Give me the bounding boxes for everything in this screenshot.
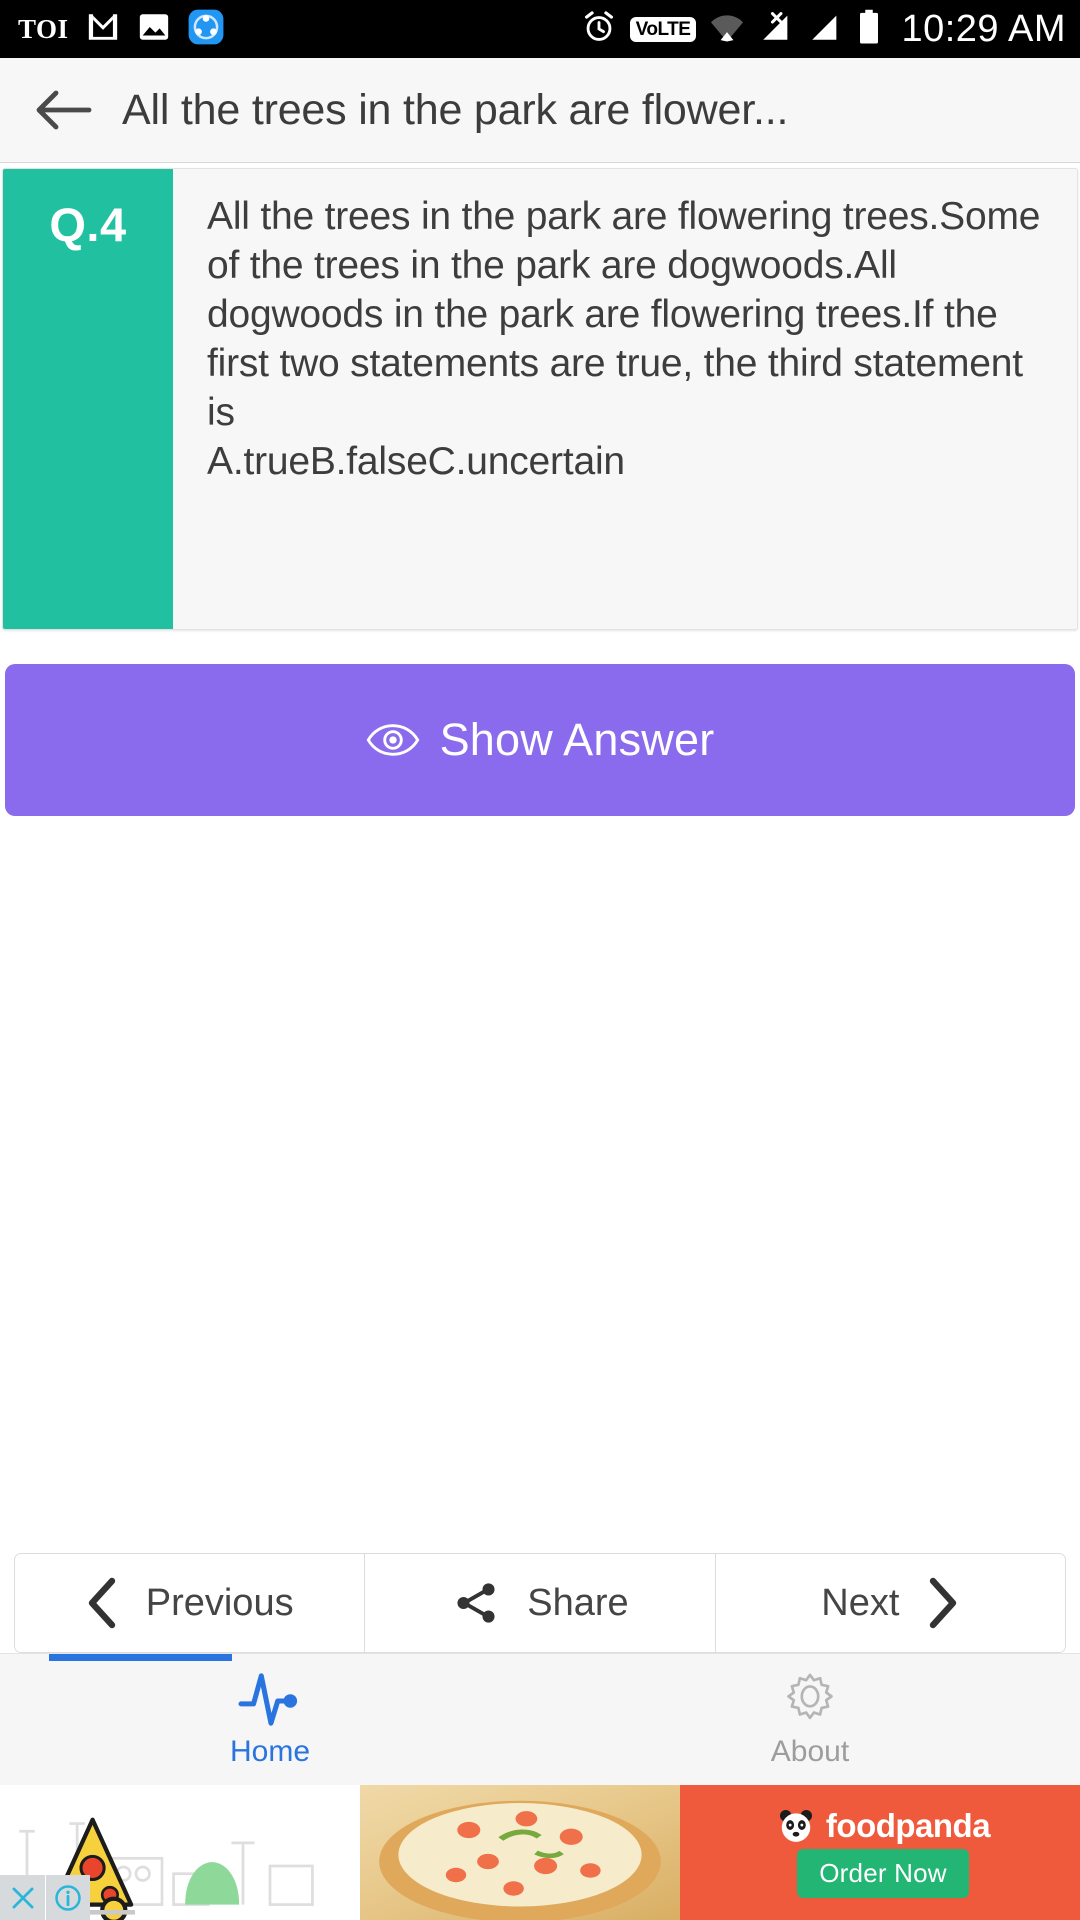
ad-content: foodpanda Order Now <box>0 1785 1080 1920</box>
toi-logo-icon: TOI <box>18 13 69 44</box>
ad-controls <box>0 1875 90 1920</box>
share-icon <box>457 1583 495 1623</box>
wifi-icon <box>709 11 745 48</box>
status-bar: TOI VoLTE 10:29 AM <box>0 0 1080 58</box>
show-answer-label: Show Answer <box>439 714 715 765</box>
tab-about[interactable]: About <box>540 1654 1080 1785</box>
question-card: Q.4 All the trees in the park are flower… <box>2 168 1078 630</box>
previous-button[interactable]: Previous <box>15 1554 365 1652</box>
share-button[interactable]: Share <box>364 1554 715 1652</box>
ad-brand-row: foodpanda <box>776 1807 991 1845</box>
volte-icon: VoLTE <box>629 16 697 42</box>
phone-screen: TOI VoLTE 10:29 AM All the trees in the … <box>0 0 1080 1920</box>
app-bar: All the trees in the park are flower... <box>0 58 1080 163</box>
gmail-icon <box>85 10 121 49</box>
alarm-icon <box>581 9 617 50</box>
back-arrow-icon <box>36 90 92 130</box>
signal-no-sim-icon <box>758 10 794 49</box>
page-title: All the trees in the park are flower... <box>122 85 789 134</box>
tab-active-indicator <box>48 1654 233 1661</box>
ad-brand-name: foodpanda <box>825 1807 991 1844</box>
bottom-tab-bar: Home About <box>0 1653 1080 1785</box>
chevron-right-icon <box>930 1577 957 1629</box>
back-button[interactable] <box>26 73 100 147</box>
pulse-icon <box>238 1672 298 1726</box>
chevron-left-icon <box>88 1577 115 1629</box>
ad-close-button[interactable] <box>0 1875 45 1920</box>
ad-brand-panel: foodpanda Order Now <box>680 1785 1080 1920</box>
question-number-label: Q.4 <box>49 198 127 251</box>
shareit-icon <box>187 8 225 51</box>
status-bar-clock: 10:29 AM <box>901 8 1066 50</box>
main-content: Q.4 All the trees in the park are flower… <box>0 163 1080 1920</box>
next-button[interactable]: Next <box>714 1554 1065 1652</box>
question-text: All the trees in the park are flowering … <box>207 195 1041 483</box>
tab-about-label: About <box>770 1734 850 1768</box>
info-icon <box>55 1884 81 1911</box>
status-bar-notification-icons: TOI <box>18 8 225 51</box>
question-number-badge: Q.4 <box>3 169 173 629</box>
tab-home-label: Home <box>229 1734 311 1768</box>
battery-icon <box>856 9 882 50</box>
ad-banner[interactable]: foodpanda Order Now <box>0 1785 1080 1920</box>
gear-icon <box>787 1673 833 1719</box>
status-bar-system-icons: VoLTE 10:29 AM <box>581 9 1066 50</box>
ad-pizza-photo <box>360 1785 680 1920</box>
question-nav-bar: Previous Share Next <box>14 1553 1066 1653</box>
photos-icon <box>137 10 171 49</box>
eye-icon <box>366 724 419 756</box>
next-label: Next <box>821 1581 900 1624</box>
signal-bars-icon <box>807 10 843 49</box>
panda-icon <box>779 1810 812 1842</box>
show-answer-button[interactable]: Show Answer <box>5 664 1075 816</box>
share-label: Share <box>527 1581 629 1624</box>
ad-cta-button[interactable]: Order Now <box>797 1849 969 1898</box>
ad-info-button[interactable] <box>45 1875 90 1920</box>
previous-label: Previous <box>145 1581 294 1624</box>
close-icon <box>12 1887 33 1908</box>
tab-home[interactable]: Home <box>0 1654 540 1785</box>
question-body: All the trees in the park are flowering … <box>173 169 1077 629</box>
